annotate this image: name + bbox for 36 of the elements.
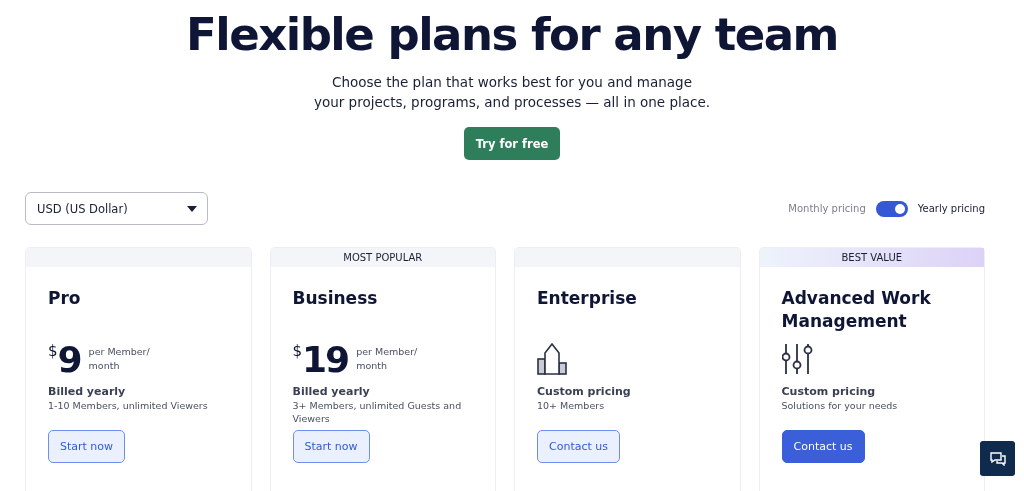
caret-icon bbox=[187, 205, 197, 212]
plan-details: 3+ Members, unlimited Guests and Viewers bbox=[292, 399, 463, 425]
currency-dropdown[interactable]: USD (US Dollar) bbox=[25, 192, 208, 225]
price-unit: per Member/ month bbox=[356, 345, 419, 373]
plan-name: Enterprise bbox=[537, 287, 638, 310]
price-unit: per Member/ month bbox=[88, 345, 151, 373]
building-icon bbox=[537, 343, 567, 375]
plan-details: 1-10 Members, unlimited Viewers bbox=[48, 399, 209, 413]
plan-name: Business bbox=[292, 287, 379, 310]
plan-details: Solutions for your needs bbox=[781, 399, 899, 413]
billing-label: Billed yearly bbox=[48, 385, 127, 398]
plan-name: Advanced Work Management bbox=[781, 287, 932, 333]
billing-label: Custom pricing bbox=[781, 385, 877, 398]
billing-label: Billed yearly bbox=[292, 385, 371, 398]
currency-symbol: $ bbox=[292, 342, 303, 360]
billing-label: Custom pricing bbox=[537, 385, 632, 398]
pricing-switch[interactable] bbox=[875, 200, 908, 217]
pricing-option[interactable]: Yearly pricing bbox=[917, 203, 985, 214]
pricing-option[interactable]: Monthly pricing bbox=[788, 203, 866, 214]
plan-button[interactable]: Start now bbox=[48, 430, 126, 463]
plan-button[interactable]: Start now bbox=[292, 430, 370, 463]
plan-button[interactable]: Contact us bbox=[781, 430, 865, 463]
plan-badge: MOST POPULAR bbox=[270, 248, 495, 267]
subtitle: Choose the plan that works best for you and manage your projects, programs, and processes — all in one place. bbox=[313, 73, 710, 112]
plan-details: 10+ Members bbox=[537, 399, 606, 413]
plan-button[interactable]: Contact us bbox=[537, 430, 620, 463]
plan-badge: BEST VALUE bbox=[759, 248, 984, 267]
currency-symbol: $ bbox=[48, 342, 58, 360]
chat-icon bbox=[989, 451, 1006, 466]
price-amount: 19 bbox=[302, 338, 349, 380]
chat-button[interactable] bbox=[980, 441, 1015, 476]
sliders-icon bbox=[781, 343, 814, 375]
page-title: Flexible plans for any team bbox=[186, 7, 838, 63]
plan-name: Pro bbox=[48, 287, 82, 310]
price-amount: 9 bbox=[57, 338, 81, 380]
try-free-button[interactable]: Try for free bbox=[463, 127, 561, 160]
